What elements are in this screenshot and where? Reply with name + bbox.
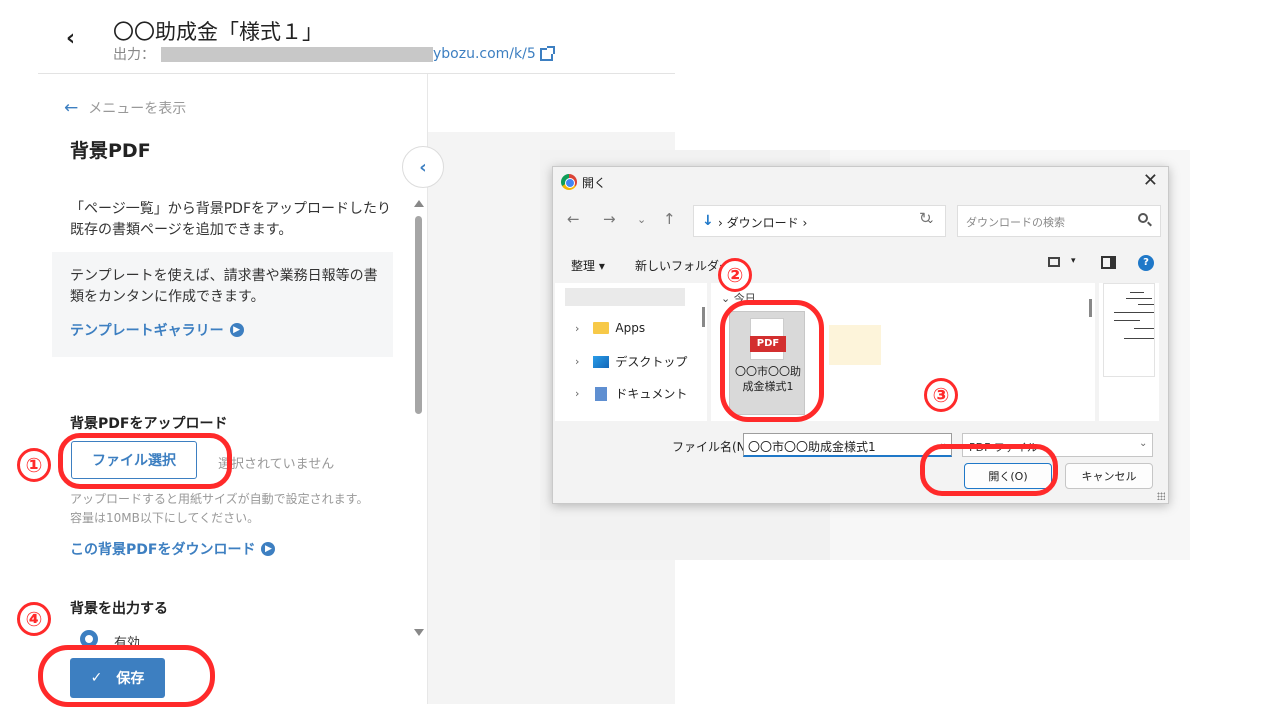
tree-item-label: ドキュメント — [615, 387, 688, 401]
panel-scrollbar[interactable] — [411, 194, 427, 644]
preview-pane-icon[interactable] — [1101, 256, 1116, 269]
scroll-down-icon[interactable] — [414, 629, 424, 636]
folder-icon — [593, 322, 610, 334]
navigation-tree: › Apps › デスクトップ › ドキュメント — [555, 283, 707, 421]
caret-down-icon[interactable]: ▾ — [1071, 256, 1076, 266]
highlight-step2 — [720, 300, 824, 422]
back-arrow-icon[interactable]: ← — [567, 210, 580, 228]
resize-grip-icon[interactable] — [1157, 492, 1165, 500]
tree-item-apps[interactable]: › Apps — [575, 321, 645, 335]
template-gallery-label: テンプレートギャラリー — [70, 323, 224, 339]
address-path: › ダウンロード › — [718, 216, 808, 230]
template-info-box: テンプレートを使えば、請求書や業務日報等の書類をカンタンに作成できます。 テンプ… — [52, 252, 393, 357]
output-label: 出力： — [113, 47, 155, 63]
forward-arrow-icon[interactable]: → — [603, 210, 616, 228]
output-url-link[interactable]: ybozu.com/k/5 — [433, 46, 536, 62]
step-number-3: ③ — [924, 378, 958, 412]
upload-title: 背景PDFをアップロード — [70, 416, 228, 432]
faded-folder-icon — [829, 325, 881, 365]
highlight-step4 — [38, 645, 215, 707]
download-icon: ↓ — [702, 213, 714, 229]
chevron-down-icon[interactable]: ⌄ — [1139, 438, 1147, 449]
background-output-title: 背景を出力する — [70, 601, 168, 617]
organize-menu[interactable]: 整理 ▾ — [571, 257, 605, 274]
tree-scrollbar[interactable] — [702, 307, 705, 327]
dialog-title: 開く — [582, 176, 607, 190]
filename-row: ファイル名(N): 〇〇市〇〇助成金様式1 ⌄ PDF ファイル ⌄ — [553, 433, 1168, 457]
step-number-4: ④ — [17, 602, 51, 636]
scroll-up-icon[interactable] — [414, 200, 424, 207]
step-number-1: ① — [17, 448, 51, 482]
page-title: 〇〇助成金「様式１」 — [113, 20, 323, 44]
blurred-tree-item — [565, 288, 685, 306]
highlight-step3 — [920, 444, 1058, 496]
chevron-right-circle-icon: ▶ — [261, 542, 276, 556]
filename-input[interactable]: 〇〇市〇〇助成金様式1 — [743, 433, 952, 457]
dialog-toolbar: 整理 ▾ 新しいフォルダー ▾ ? — [553, 249, 1168, 279]
documents-icon — [595, 386, 608, 401]
download-pdf-link[interactable]: この背景PDFをダウンロード ▶ — [70, 539, 276, 559]
dialog-nav-row: ← → ⌄ ↑ ↓ › ダウンロード › ⌄ ↻ ダウンロードの検索 — [553, 201, 1168, 241]
address-bar[interactable]: ↓ › ダウンロード › ⌄ — [693, 205, 946, 237]
view-icon[interactable] — [1048, 257, 1060, 267]
chrome-icon — [561, 174, 577, 190]
section-description: 「ページ一覧」から背景PDFをアップロードしたり既存の書類ページを追加できます。 — [70, 201, 391, 238]
section-title: 背景PDF — [70, 140, 151, 162]
show-menu-label: メニューを表示 — [88, 101, 187, 117]
step-number-2: ② — [718, 258, 752, 292]
chevron-right-icon[interactable]: › — [575, 387, 579, 400]
pdf-preview-thumbnail — [1103, 283, 1155, 377]
search-placeholder: ダウンロードの検索 — [966, 216, 1065, 229]
cancel-button[interactable]: キャンセル — [1065, 463, 1153, 489]
chevron-right-icon[interactable]: › — [575, 322, 579, 335]
tree-item-label: デスクトップ — [615, 355, 688, 369]
no-file-text: 選択されていません — [218, 457, 335, 472]
refresh-icon[interactable]: ↻ — [919, 209, 932, 227]
tree-item-documents[interactable]: › ドキュメント — [575, 385, 687, 402]
template-gallery-link[interactable]: テンプレートギャラリー ▶ — [70, 320, 244, 340]
preview-pane — [1099, 283, 1159, 421]
up-arrow-icon[interactable]: ↑ — [663, 210, 676, 228]
show-menu-link[interactable]: ← メニューを表示 — [64, 98, 186, 118]
chevron-right-circle-icon: ▶ — [229, 323, 244, 337]
new-folder-button[interactable]: 新しいフォルダー — [635, 257, 731, 274]
desktop-icon — [593, 355, 610, 368]
template-text: テンプレートを使えば、請求書や業務日報等の書類をカンタンに作成できます。 — [70, 268, 378, 305]
tree-item-label: Apps — [615, 321, 646, 335]
settings-panel: ← メニューを表示 背景PDF 「ページ一覧」から背景PDFをアップロードしたり… — [38, 74, 428, 714]
external-link-icon[interactable] — [539, 45, 555, 61]
upload-note: アップロードすると用紙サイズが自動で設定されます。容量は10MB以下にしてくださ… — [70, 492, 369, 525]
recent-chevron-icon[interactable]: ⌄ — [637, 213, 646, 226]
help-icon[interactable]: ? — [1138, 255, 1154, 271]
arrow-left-icon: ← — [64, 98, 79, 118]
highlight-step1 — [58, 433, 232, 489]
open-file-dialog: 開く ✕ ← → ⌄ ↑ ↓ › ダウンロード › ⌄ ↻ ダウンロードの検索 … — [552, 166, 1169, 504]
output-row: 出力： ybozu.com/k/5 — [113, 44, 555, 64]
tree-item-desktop[interactable]: › デスクトップ — [575, 353, 687, 370]
close-icon[interactable]: ✕ — [1143, 170, 1158, 191]
back-icon[interactable]: ‹ — [66, 26, 75, 51]
search-icon — [1138, 213, 1148, 223]
files-scrollbar[interactable] — [1089, 299, 1092, 317]
collapse-panel-button[interactable]: ‹ — [402, 146, 444, 188]
scroll-thumb[interactable] — [415, 216, 422, 414]
search-input[interactable]: ダウンロードの検索 — [957, 205, 1161, 237]
chevron-right-icon[interactable]: › — [575, 355, 579, 368]
dialog-titlebar: 開く ✕ — [553, 167, 1168, 197]
redacted-url — [161, 46, 433, 62]
download-pdf-label: この背景PDFをダウンロード — [70, 542, 256, 558]
